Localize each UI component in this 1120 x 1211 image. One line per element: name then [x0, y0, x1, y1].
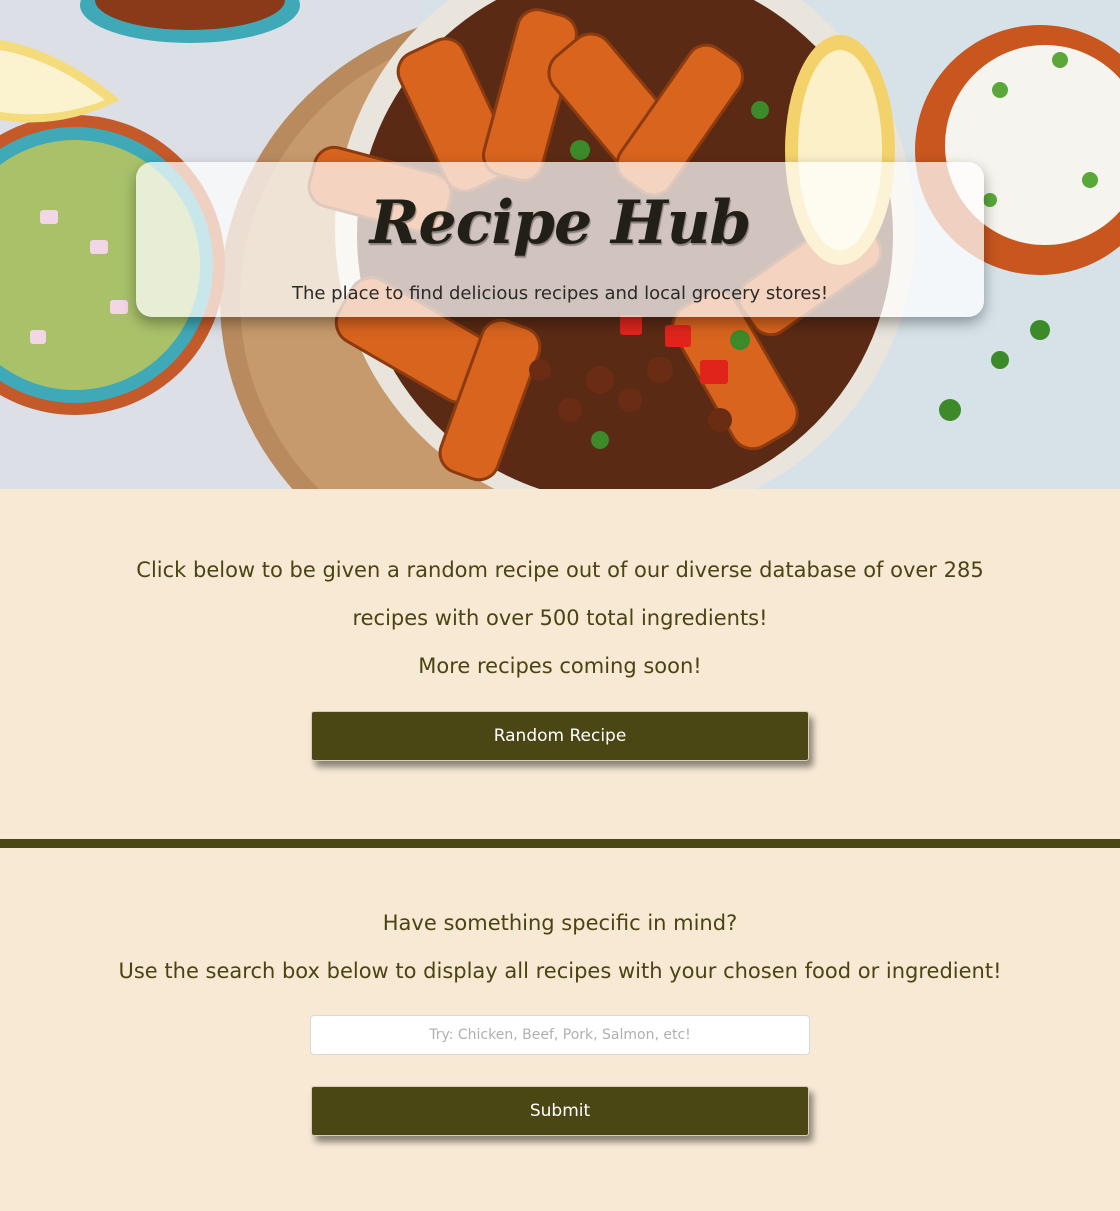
hero-banner: Recipe Hub The place to find delicious r… — [0, 0, 1120, 489]
random-recipe-button[interactable]: Random Recipe — [311, 711, 809, 761]
site-title: Recipe Hub — [369, 188, 752, 258]
submit-button[interactable]: Submit — [311, 1086, 809, 1136]
search-instructions: Use the search box below to display all … — [118, 959, 1002, 983]
section-divider — [0, 839, 1120, 848]
random-intro-line-2: recipes with over 500 total ingredients! — [352, 606, 768, 630]
random-intro-line-1: Click below to be given a random recipe … — [136, 558, 984, 582]
random-recipe-section: Click below to be given a random recipe … — [0, 489, 1120, 839]
hero-card: Recipe Hub The place to find delicious r… — [136, 162, 984, 317]
search-section: Have something specific in mind? Use the… — [0, 848, 1120, 1211]
search-input[interactable] — [310, 1015, 810, 1055]
search-heading: Have something specific in mind? — [382, 911, 738, 935]
random-coming-soon: More recipes coming soon! — [418, 654, 702, 678]
site-tagline: The place to find delicious recipes and … — [291, 283, 829, 304]
